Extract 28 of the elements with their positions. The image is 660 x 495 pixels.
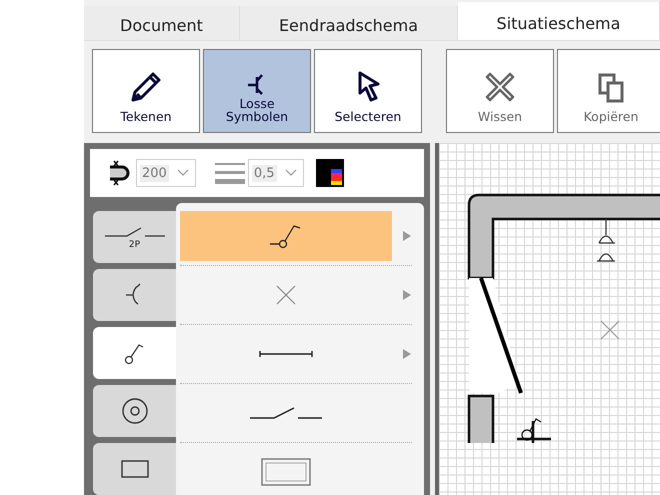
symbol-category-tab[interactable]: [93, 385, 176, 437]
tab[interactable]: Document: [84, 6, 240, 40]
pencil-icon: [129, 70, 163, 104]
tab[interactable]: Eendraadschema: [240, 6, 458, 40]
line-width-icon: [214, 160, 246, 186]
close-icon: [483, 70, 517, 104]
two-pole-switch-icon: [104, 224, 164, 238]
symbol-category-tab[interactable]: 2P: [93, 211, 176, 263]
open-switch-icon: [250, 406, 322, 420]
toolbar-button[interactable]: Selecteren: [314, 49, 422, 133]
rectangle-icon: [120, 459, 150, 479]
size-dropdown[interactable]: 200: [136, 159, 196, 187]
socket-icon: [120, 396, 150, 426]
toolbar-button[interactable]: Tekenen: [92, 49, 200, 133]
submenu-arrow-icon[interactable]: [402, 348, 412, 360]
rectangle-icon: [260, 457, 312, 487]
submenu-arrow-icon[interactable]: [402, 230, 412, 242]
chevron-down-icon: [176, 169, 189, 177]
color-picker-icon[interactable]: [316, 159, 344, 187]
copy-icon: [597, 72, 625, 104]
tab[interactable]: Situatieschema: [458, 2, 660, 40]
toolbar-button[interactable]: Losse Symbolen: [203, 49, 311, 133]
drawing-canvas[interactable]: [435, 143, 660, 495]
line-width-dropdown[interactable]: 0,5: [248, 159, 304, 187]
cross-icon: [275, 284, 297, 306]
line-segment-icon: [259, 350, 313, 358]
chevron-down-icon: [284, 169, 297, 177]
submenu-arrow-icon[interactable]: [402, 289, 412, 301]
